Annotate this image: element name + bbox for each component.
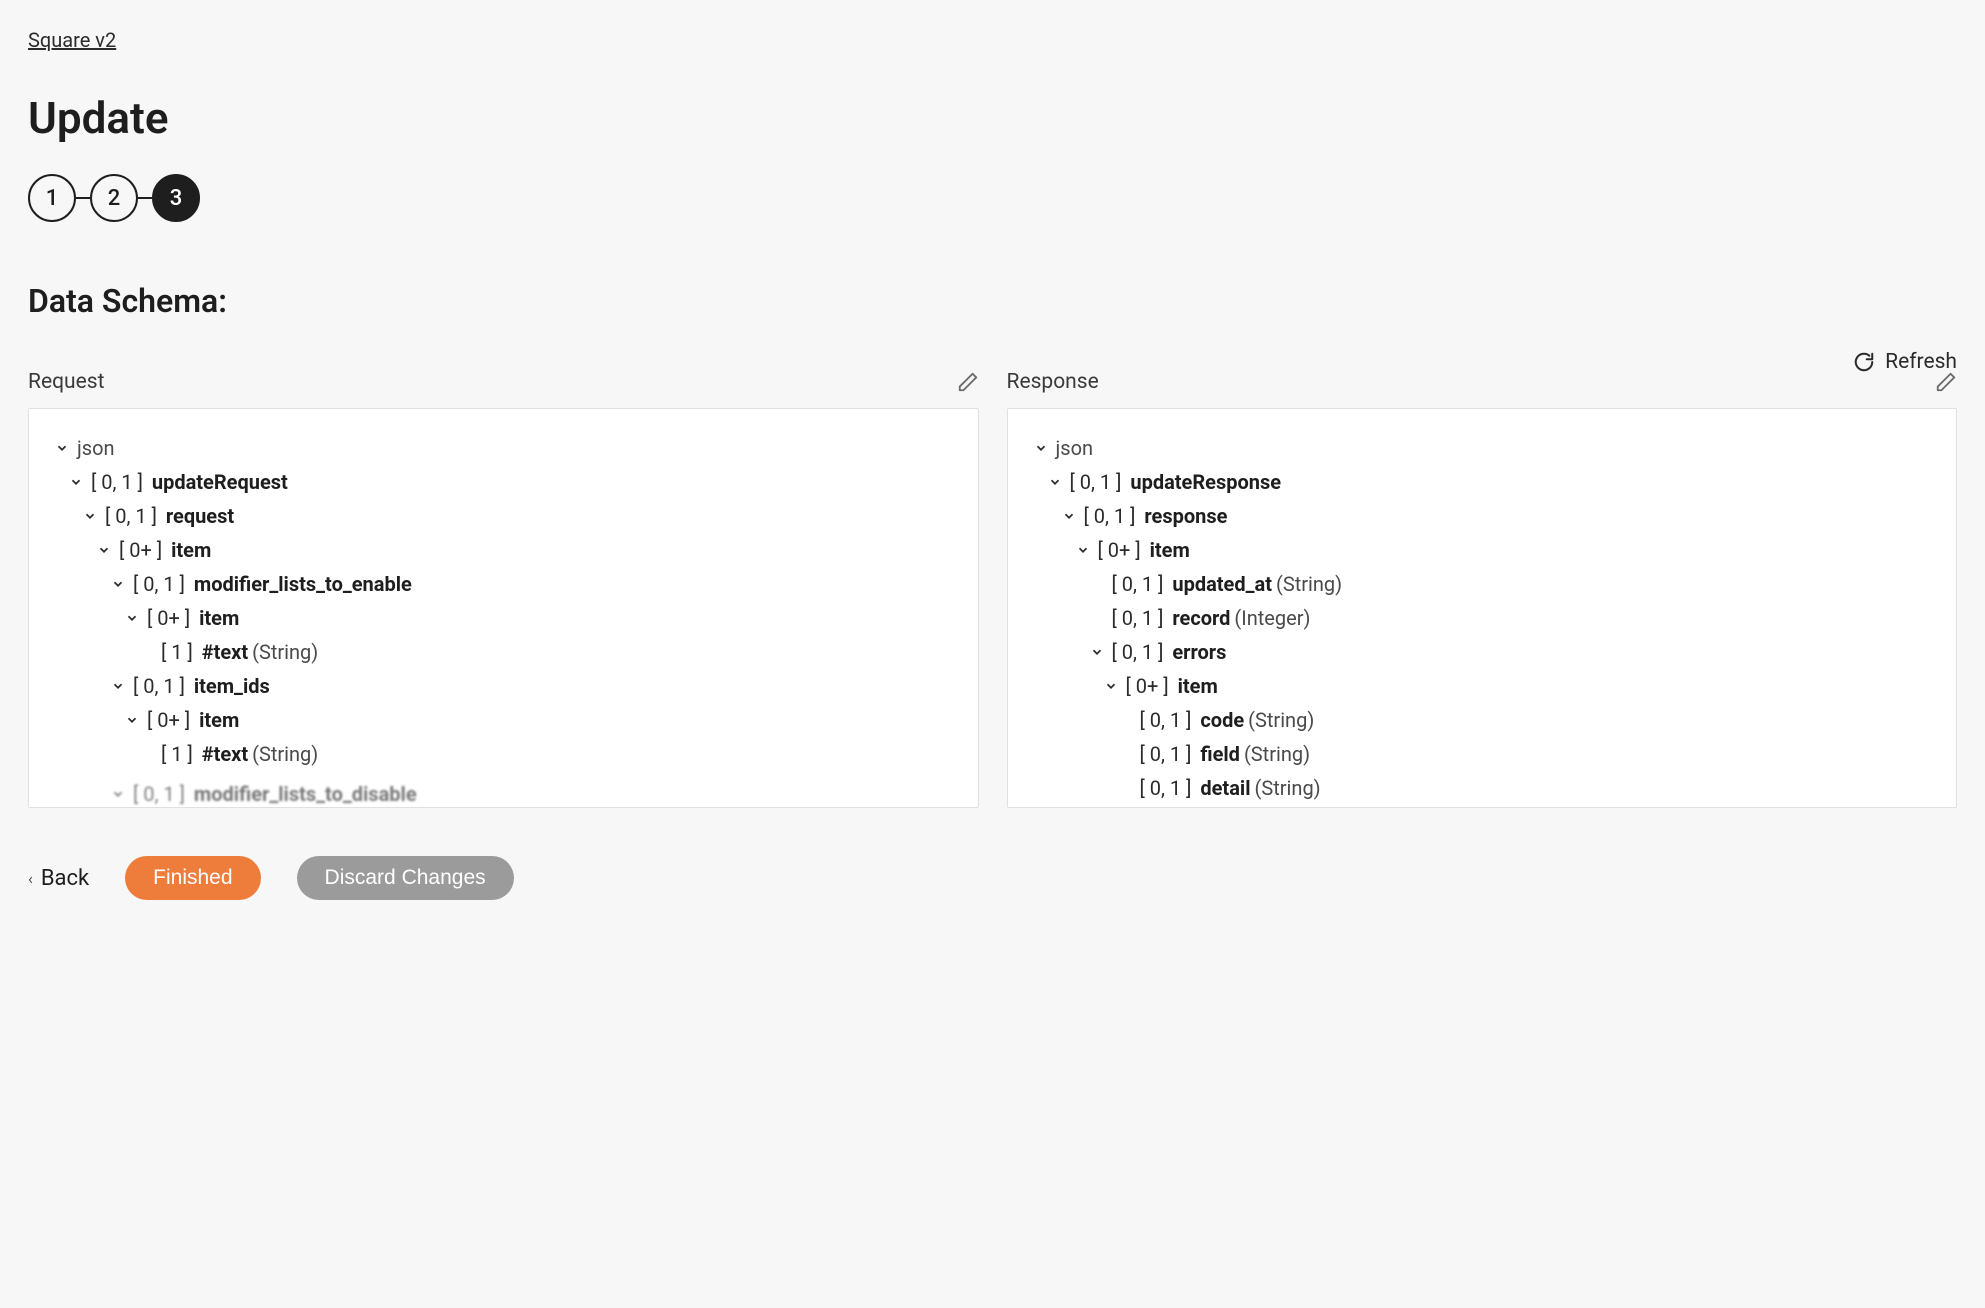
chevron-down-icon[interactable] bbox=[1046, 475, 1064, 489]
response-label: Response bbox=[1007, 370, 1099, 394]
step-connector bbox=[138, 197, 152, 199]
tree-node[interactable]: modifier_lists_to_disable bbox=[194, 777, 417, 808]
section-heading: Data Schema: bbox=[28, 282, 1957, 320]
tree-node[interactable]: modifier_lists_to_enable bbox=[194, 567, 412, 601]
tree-node[interactable]: errors bbox=[1172, 635, 1226, 669]
type-annotation: (String) bbox=[252, 635, 318, 669]
page-title: Update bbox=[28, 92, 1957, 144]
chevron-down-icon[interactable] bbox=[109, 577, 127, 591]
tree-node[interactable]: field bbox=[1200, 737, 1240, 771]
response-tree[interactable]: json [ 0, 1 ] updateResponse [ 0, 1 ] re… bbox=[1007, 408, 1958, 808]
request-tree[interactable]: json [ 0, 1 ] updateRequest [ 0, 1 ] req… bbox=[28, 408, 979, 808]
tree-node[interactable]: item bbox=[199, 601, 239, 635]
tree-node[interactable]: json bbox=[77, 431, 115, 465]
chevron-down-icon[interactable] bbox=[53, 441, 71, 455]
tree-node[interactable]: updated_at bbox=[1172, 567, 1272, 601]
chevron-left-icon: ‹ bbox=[28, 869, 33, 888]
chevron-down-icon[interactable] bbox=[67, 475, 85, 489]
tree-node[interactable]: #text bbox=[202, 635, 248, 669]
tree-node[interactable]: item_ids bbox=[194, 669, 270, 703]
tree-node[interactable]: #text bbox=[202, 737, 248, 771]
chevron-down-icon[interactable] bbox=[1088, 645, 1106, 659]
tree-node[interactable]: request bbox=[166, 499, 234, 533]
type-annotation: (String) bbox=[1248, 703, 1314, 737]
edit-response-button[interactable] bbox=[1935, 371, 1957, 393]
step-1[interactable]: 1 bbox=[28, 174, 76, 222]
wizard-stepper: 1 2 3 bbox=[28, 174, 1957, 222]
chevron-down-icon[interactable] bbox=[109, 679, 127, 693]
tree-node[interactable]: detail bbox=[1200, 771, 1250, 805]
tree-node[interactable]: json bbox=[1056, 431, 1094, 465]
tree-node[interactable]: updateRequest bbox=[152, 465, 288, 499]
chevron-down-icon[interactable] bbox=[1102, 679, 1120, 693]
request-panel: Request json [ 0, 1 ] updateRequest [ 0,… bbox=[28, 370, 979, 808]
breadcrumb-link[interactable]: Square v2 bbox=[28, 28, 116, 52]
edit-request-button[interactable] bbox=[957, 371, 979, 393]
discard-changes-button[interactable]: Discard Changes bbox=[297, 856, 514, 900]
request-label: Request bbox=[28, 370, 104, 394]
tree-node[interactable]: record bbox=[1172, 601, 1230, 635]
finished-button[interactable]: Finished bbox=[125, 856, 260, 900]
tree-node[interactable]: item bbox=[199, 703, 239, 737]
response-panel: Response json [ 0, 1 ] updateResponse [ … bbox=[1007, 370, 1958, 808]
chevron-down-icon[interactable] bbox=[95, 543, 113, 557]
chevron-down-icon[interactable] bbox=[1074, 543, 1092, 557]
step-connector bbox=[76, 197, 90, 199]
type-annotation: (String) bbox=[1244, 737, 1310, 771]
chevron-down-icon[interactable] bbox=[123, 713, 141, 727]
tree-node[interactable]: item bbox=[171, 533, 211, 567]
type-annotation: (Integer) bbox=[1234, 601, 1310, 635]
chevron-down-icon[interactable] bbox=[81, 509, 99, 523]
chevron-down-icon[interactable] bbox=[1060, 509, 1078, 523]
tree-node[interactable]: response bbox=[1144, 499, 1227, 533]
type-annotation: (String) bbox=[252, 737, 318, 771]
step-2[interactable]: 2 bbox=[90, 174, 138, 222]
step-3[interactable]: 3 bbox=[152, 174, 200, 222]
chevron-down-icon[interactable] bbox=[123, 611, 141, 625]
tree-node[interactable]: updateResponse bbox=[1130, 465, 1281, 499]
tree-node[interactable]: item bbox=[1150, 533, 1190, 567]
tree-node[interactable]: item bbox=[1178, 669, 1218, 703]
back-button[interactable]: ‹ Back bbox=[28, 866, 89, 891]
chevron-down-icon[interactable] bbox=[109, 787, 127, 801]
tree-node[interactable]: code bbox=[1200, 703, 1244, 737]
chevron-down-icon[interactable] bbox=[1032, 441, 1050, 455]
type-annotation: (String) bbox=[1276, 567, 1342, 601]
back-label: Back bbox=[41, 866, 89, 891]
type-annotation: (String) bbox=[1255, 771, 1321, 805]
